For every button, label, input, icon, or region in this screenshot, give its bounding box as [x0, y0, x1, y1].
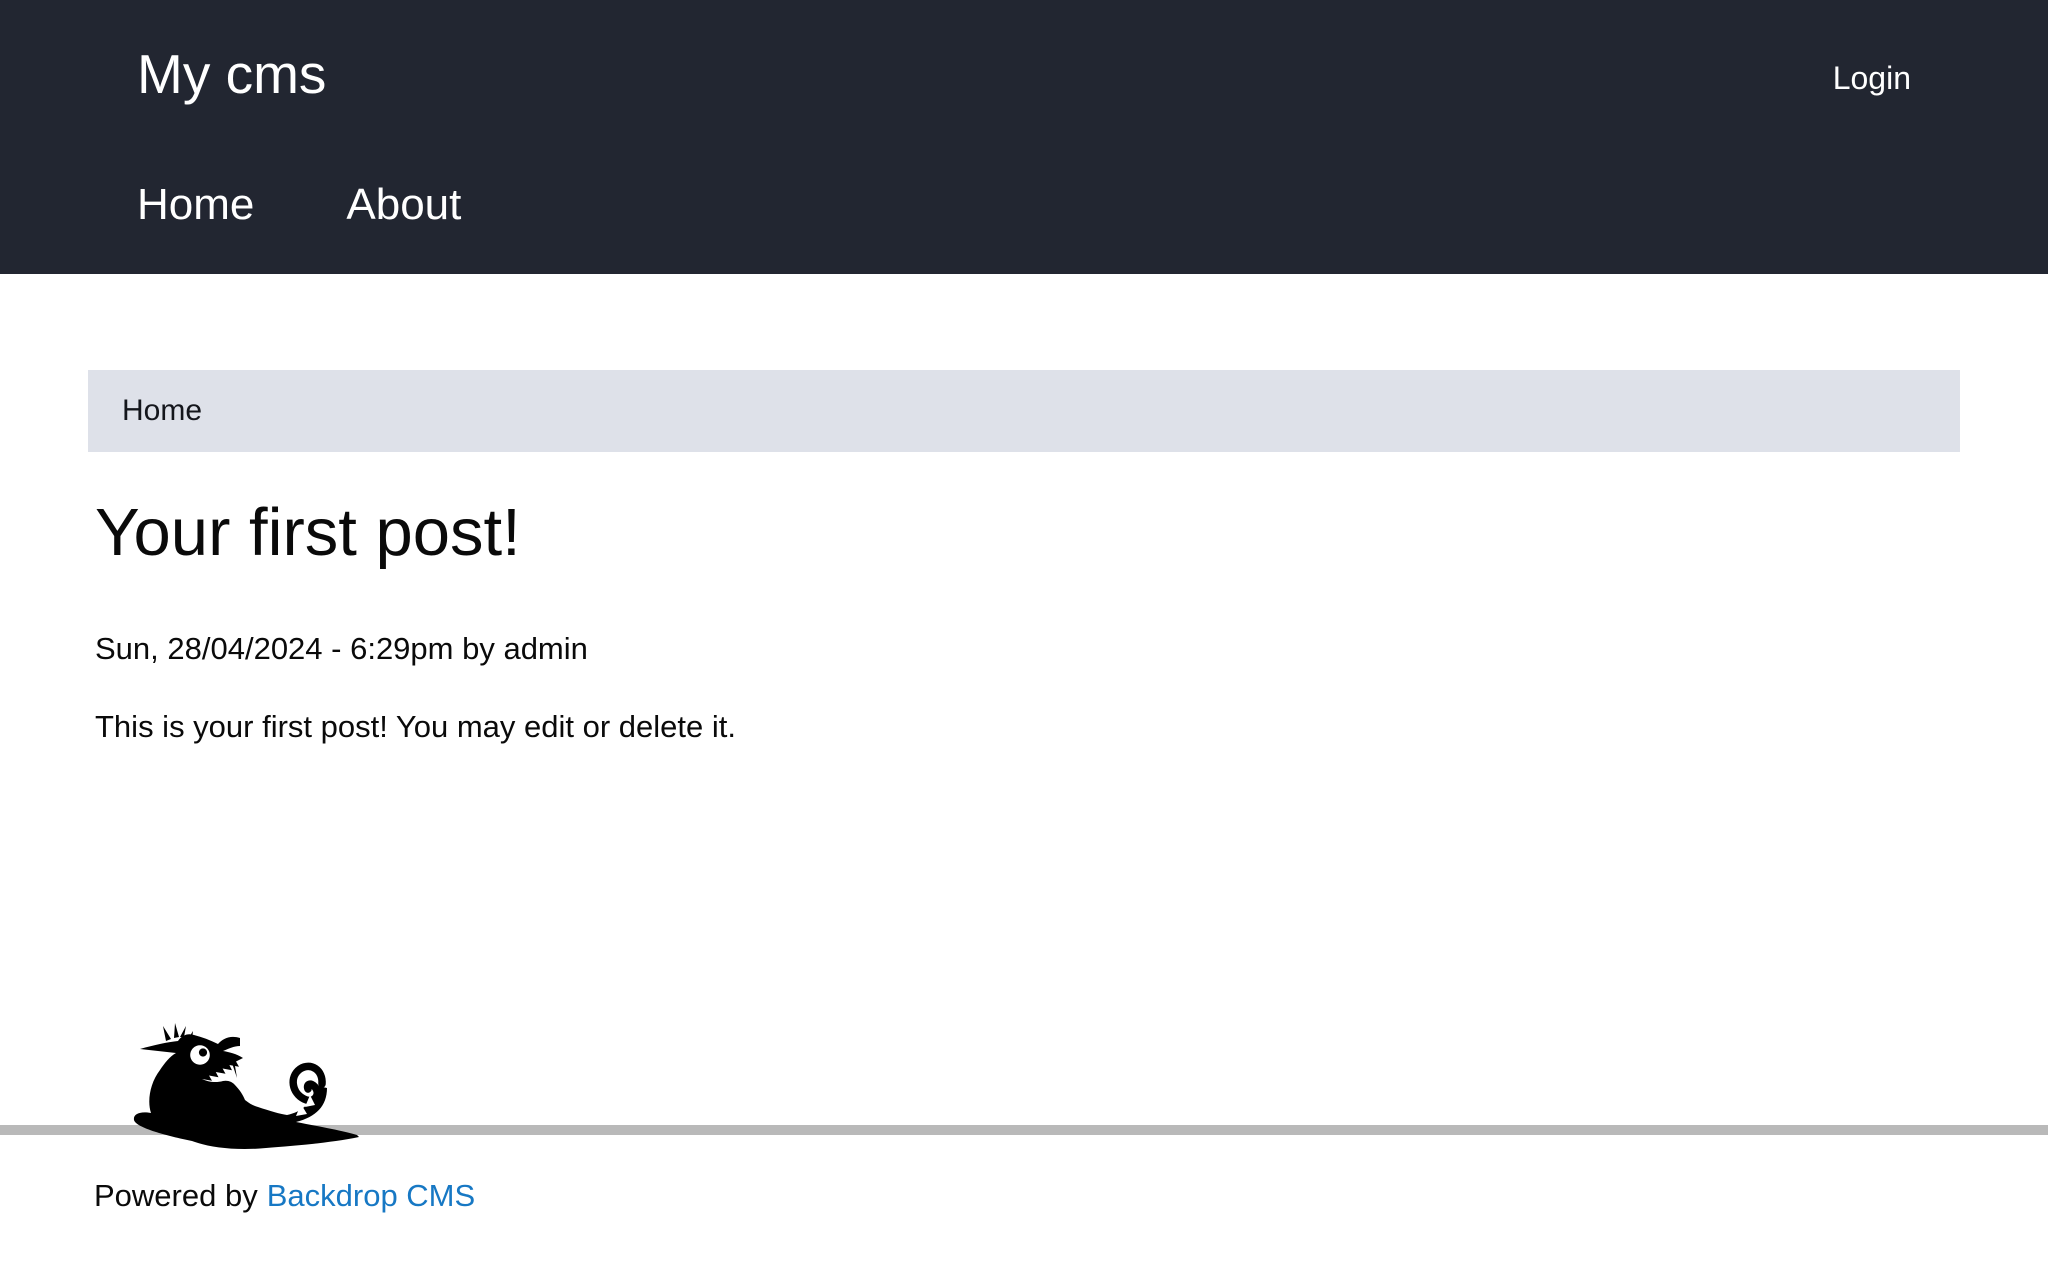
site-footer: Powered by Backdrop CMS [0, 1022, 2048, 1280]
header-inner: My cms Login Home About [88, 0, 1960, 274]
post-body: This is your first post! You may edit or… [95, 708, 1960, 747]
breadcrumb-item-home[interactable]: Home [122, 394, 202, 428]
main-nav: Home About [137, 179, 1911, 232]
site-header: My cms Login Home About [0, 0, 2048, 274]
post-title: Your first post! [95, 496, 1960, 570]
page-container: Home Your first post! Sun, 28/04/2024 - … [88, 370, 1960, 747]
powered-by: Powered by Backdrop CMS [94, 1177, 475, 1214]
login-link[interactable]: Login [1833, 60, 1911, 97]
nav-item-about[interactable]: About [346, 179, 461, 232]
breadcrumb: Home [88, 370, 1960, 452]
backdrop-cms-link[interactable]: Backdrop CMS [267, 1178, 475, 1213]
backdrop-dragon-logo-icon [130, 1022, 380, 1162]
nav-item-home[interactable]: Home [137, 179, 254, 232]
powered-by-prefix: Powered by [94, 1178, 258, 1213]
post-meta: Sun, 28/04/2024 - 6:29pm by admin [95, 630, 1960, 669]
site-name-link[interactable]: My cms [137, 44, 326, 105]
